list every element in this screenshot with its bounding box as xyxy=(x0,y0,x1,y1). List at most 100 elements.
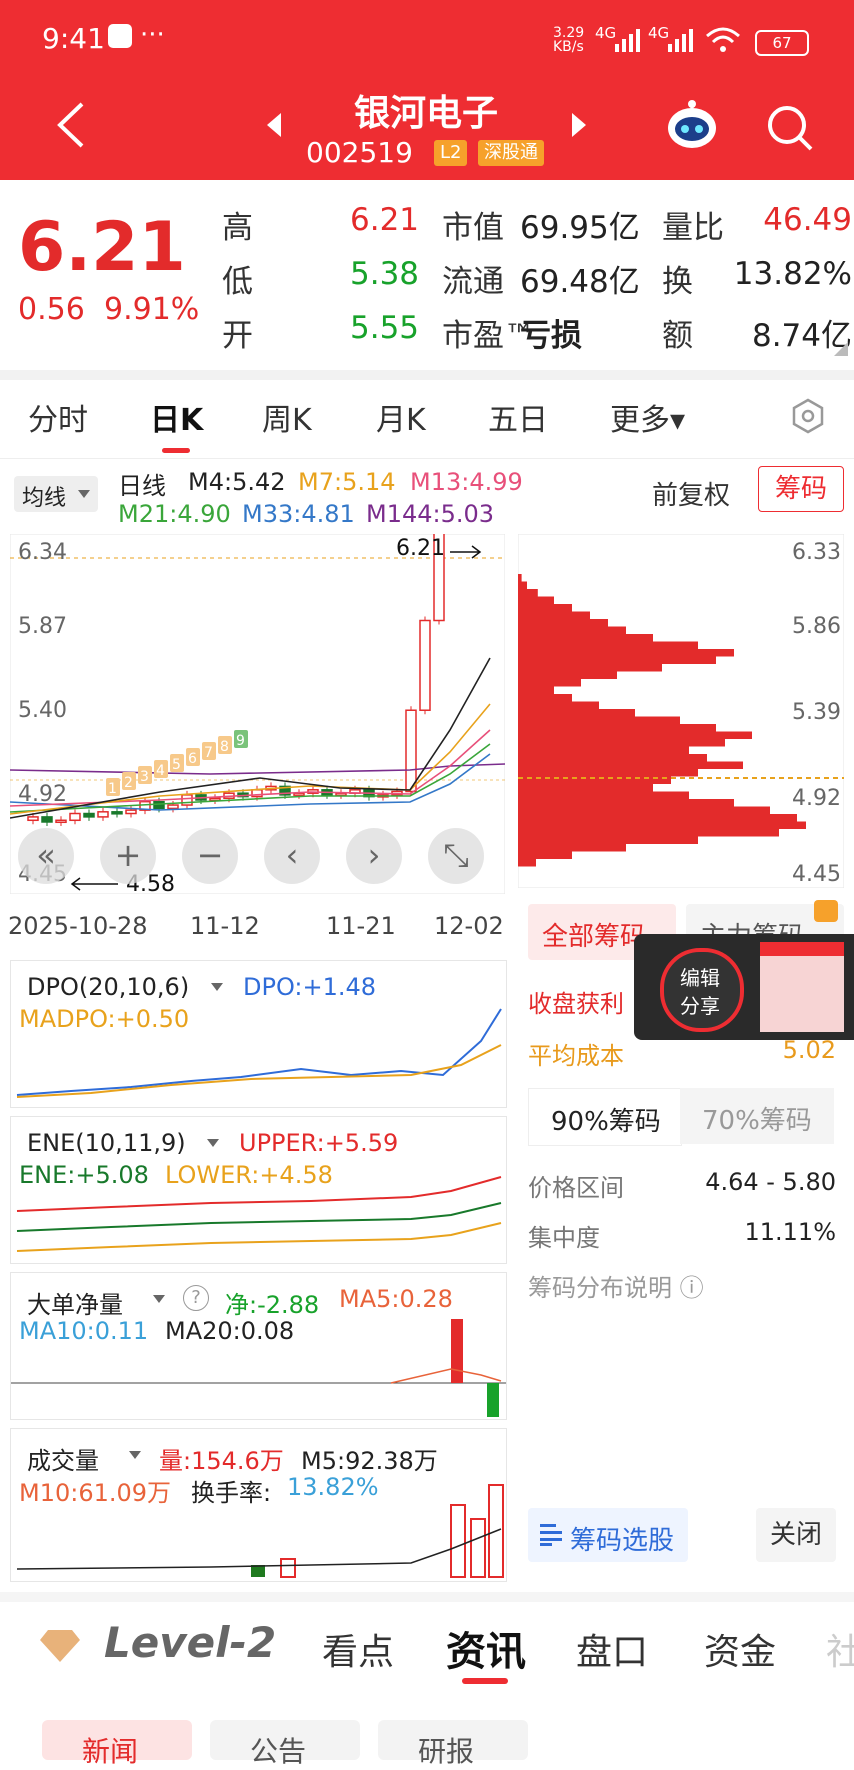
chip-bar xyxy=(518,694,572,702)
active-tab-indicator xyxy=(162,448,190,453)
ma-m7: M7:5.14 xyxy=(298,468,396,496)
chip-explain-link[interactable]: 筹码分布说明 ⓘ xyxy=(528,1268,704,1303)
chip-bar xyxy=(518,589,538,597)
chip-bar xyxy=(518,716,680,724)
chip-bar xyxy=(518,784,653,792)
dpo-lines xyxy=(16,1008,502,1098)
connect-tag: 深股通 xyxy=(478,140,544,166)
candle xyxy=(111,811,123,815)
search-icon[interactable] xyxy=(766,104,814,152)
ma-m13: M13:4.99 xyxy=(410,468,523,496)
seq-badge-label: 4 xyxy=(156,763,165,779)
chip-bar xyxy=(518,686,554,694)
candle xyxy=(419,619,431,711)
chip-bar xyxy=(518,604,572,612)
quote-label: 流通 xyxy=(442,264,504,300)
chips-y-tick: 6.33 xyxy=(792,540,841,565)
period-tab[interactable]: 分时 xyxy=(28,395,88,439)
chip-bar xyxy=(518,671,617,679)
tab-90-chips[interactable]: 90%筹码 xyxy=(528,1088,682,1146)
chip-bar xyxy=(518,821,806,829)
adjust-mode[interactable]: 前复权 xyxy=(652,475,730,512)
candle xyxy=(83,812,95,818)
ai-robot-icon[interactable] xyxy=(664,98,720,152)
bottom-tab[interactable]: 资金 xyxy=(704,1623,776,1675)
news-sub-tab[interactable]: 研报 xyxy=(378,1720,528,1768)
kline-y-tick: 6.34 xyxy=(18,540,67,565)
chip-bar xyxy=(518,731,752,739)
level2-brand[interactable]: Level-2 xyxy=(104,1618,276,1667)
status-time: 9:41 xyxy=(42,22,105,55)
period-tab[interactable]: 五日 xyxy=(488,395,548,439)
price-change: 0.56 xyxy=(18,292,85,327)
news-sub-tab[interactable]: 公告 xyxy=(210,1720,360,1768)
chips-y-tick: 5.39 xyxy=(792,700,841,725)
prev-stock-icon[interactable] xyxy=(265,112,283,138)
chip-bar xyxy=(518,649,734,657)
share-edit-circle[interactable]: 编辑 分享 xyxy=(660,948,744,1032)
fullscreen-icon[interactable]: ⤡ xyxy=(428,828,484,884)
period-tab[interactable]: 周K xyxy=(262,395,312,439)
bottom-tab[interactable]: 看点 xyxy=(322,1623,394,1675)
ene-panel[interactable]: ENE(10,11,9) UPPER:+5.59 ENE:+5.08 LOWER… xyxy=(10,1116,507,1264)
volume-panel[interactable]: 成交量 量:154.6万 M5:92.38万 M10:61.09万 换手率: 1… xyxy=(10,1428,507,1582)
candle xyxy=(27,816,39,822)
chip-select-label: 筹码选股 xyxy=(570,1526,675,1556)
expand-corner-icon[interactable] xyxy=(834,342,848,356)
ma-selector[interactable]: 均线 xyxy=(14,476,98,512)
candle xyxy=(41,816,53,823)
scroll-fast-back-icon[interactable]: « xyxy=(18,828,74,884)
chip-bar xyxy=(518,574,522,582)
seq-badge-label: 5 xyxy=(172,757,181,773)
dpo-panel[interactable]: DPO(20,10,6) DPO:+1.48 MADPO:+0.50 xyxy=(10,960,507,1108)
period-tab[interactable]: 月K xyxy=(376,395,426,439)
seq-badge-label: 3 xyxy=(140,769,149,785)
kline-x-tick: 12-02 xyxy=(434,912,504,940)
candle xyxy=(153,800,165,810)
chip-bar xyxy=(518,634,653,642)
candle xyxy=(335,792,347,796)
chip-bar xyxy=(518,844,626,852)
quote-panel: 6.21 0.56 9.91% 高 6.21 市值 69.95亿 量比 46.49 低 5.3… xyxy=(0,180,854,370)
news-sub-tab[interactable]: 新闻 xyxy=(42,1720,192,1768)
bottom-tab[interactable]: 社 xyxy=(826,1623,854,1675)
zoom-out-icon[interactable]: − xyxy=(182,828,238,884)
kline-chart[interactable]: 123456789 xyxy=(10,534,505,894)
floating-share-widget[interactable]: 编辑 分享 xyxy=(634,934,854,1040)
next-stock-icon[interactable] xyxy=(570,112,588,138)
period-tab[interactable]: 日K xyxy=(150,395,203,439)
tab-all-chips-label: 全部筹码 xyxy=(542,922,647,952)
high-marker: 6.21 xyxy=(396,536,445,561)
bottom-tab[interactable]: 盘口 xyxy=(576,1623,648,1675)
period-tab[interactable]: 更多▾ xyxy=(610,395,685,439)
ma-m33: M33:4.81 xyxy=(242,500,355,528)
news-sub-tab-label: 新闻 xyxy=(82,1735,139,1768)
bigorder-panel[interactable]: 大单净量 ? 净:-2.88 MA5:0.28 MA10:0.11 MA20:0… xyxy=(10,1272,507,1420)
chip-select-button[interactable]: 筹码选股 xyxy=(528,1508,688,1562)
profit-label: 收盘获利 xyxy=(528,990,624,1018)
candle xyxy=(69,812,81,822)
back-arrow-icon[interactable] xyxy=(56,102,86,148)
chip-bar xyxy=(518,739,725,747)
chip-bar xyxy=(518,709,635,717)
scroll-left-icon[interactable]: ‹ xyxy=(264,828,320,884)
bottom-tab[interactable]: 资讯 xyxy=(446,1619,526,1677)
tab-divider xyxy=(0,458,854,459)
ma-m21: M21:4.90 xyxy=(118,500,231,528)
close-chips-button[interactable]: 关闭 xyxy=(756,1508,836,1562)
scroll-right-icon[interactable]: › xyxy=(346,828,402,884)
candle xyxy=(125,809,137,815)
candle xyxy=(97,811,109,818)
chevron-down-icon xyxy=(78,490,90,498)
chip-bar xyxy=(518,626,626,634)
quote-label: 高 xyxy=(222,210,253,246)
zoom-in-icon[interactable]: + xyxy=(100,828,156,884)
app-header: 9:41 ··· 3.29 KB/s 4G 4G 67 银河电子 002519 L… xyxy=(0,0,854,180)
chip-bar xyxy=(518,769,698,777)
tab-70-chips[interactable]: 70%筹码 xyxy=(680,1088,834,1144)
price-change-pct: 9.91% xyxy=(104,292,200,327)
quote-label: 额 xyxy=(662,318,693,354)
settings-hexagon-icon[interactable] xyxy=(790,398,826,434)
screenshot-thumbnail[interactable] xyxy=(760,942,844,1032)
chips-button[interactable]: 筹码 xyxy=(758,466,844,512)
